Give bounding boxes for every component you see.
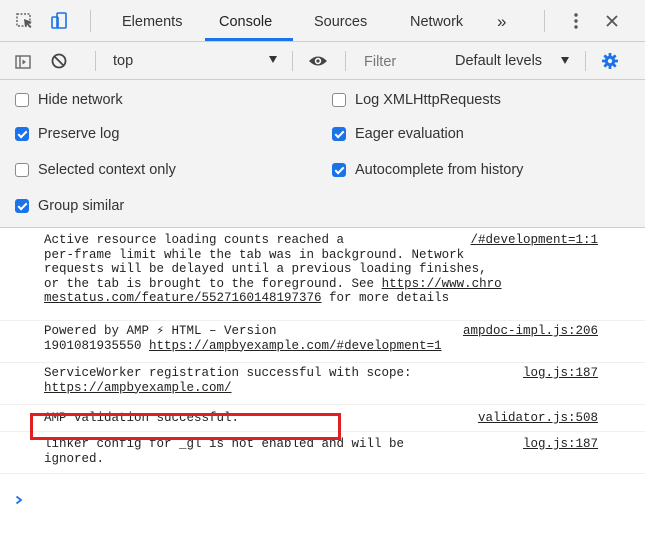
- selected-context-only-checkbox[interactable]: [15, 163, 29, 177]
- filter-field[interactable]: [353, 51, 433, 73]
- hide-network-option[interactable]: Hide network: [15, 90, 123, 110]
- device-toolbar-icon[interactable]: [49, 11, 69, 31]
- message-text-with-link: or the tab is brought to the foreground.…: [44, 277, 645, 292]
- autocomplete-history-option[interactable]: Autocomplete from history: [332, 160, 523, 180]
- group-similar-checkbox[interactable]: [15, 199, 29, 213]
- message-text: ignored.: [44, 451, 105, 466]
- clear-console-icon[interactable]: [50, 52, 68, 70]
- log-levels-dropdown[interactable]: Default levels: [455, 42, 542, 80]
- console-message: Active resource loading counts reached a…: [0, 229, 645, 321]
- toolbar-divider: [345, 51, 346, 71]
- hide-network-label: Hide network: [38, 92, 123, 108]
- message-source-link[interactable]: log.js:187: [523, 437, 598, 452]
- inspect-element-icon[interactable]: [15, 11, 35, 31]
- filter-input[interactable]: [353, 51, 433, 73]
- tab-elements[interactable]: Elements: [122, 0, 182, 41]
- toolbar-divider: [95, 51, 96, 71]
- chevron-down-icon: [269, 56, 277, 63]
- message-source-link[interactable]: validator.js:508: [478, 411, 598, 426]
- execution-context-select[interactable]: top: [113, 42, 133, 80]
- chevron-down-icon: [561, 57, 569, 64]
- eager-evaluation-checkbox[interactable]: [332, 127, 346, 141]
- tab-console[interactable]: Console: [219, 0, 272, 41]
- preserve-log-checkbox[interactable]: [15, 127, 29, 141]
- toolbar-divider: [292, 51, 293, 71]
- message-text: 1901081935550: [44, 338, 150, 353]
- console-prompt-icon[interactable]: [15, 492, 23, 505]
- preserve-log-option[interactable]: Preserve log: [15, 124, 119, 144]
- selected-context-only-option[interactable]: Selected context only: [15, 160, 176, 180]
- eager-evaluation-label: Eager evaluation: [355, 126, 464, 142]
- message-link[interactable]: https://ampbyexample.com/: [44, 381, 232, 395]
- console-toolbar: top Default levels: [0, 42, 645, 80]
- active-tab-indicator: [205, 38, 293, 41]
- message-text: for more details: [321, 291, 450, 305]
- tabbar-divider: [544, 10, 545, 32]
- tabbar-divider: [90, 10, 91, 32]
- devtools-tabbar: Elements Console Sources Network »: [0, 0, 645, 42]
- message-text: requests will be delayed until a previou…: [44, 262, 487, 276]
- message-text: per-frame limit while the tab was in bac…: [44, 247, 465, 262]
- settings-gear-icon[interactable]: [601, 52, 619, 70]
- message-link[interactable]: mestatus.com/feature/5527160148197376: [44, 291, 322, 305]
- eager-evaluation-option[interactable]: Eager evaluation: [332, 124, 464, 144]
- sidebar-toggle-icon[interactable]: [14, 53, 32, 71]
- message-source-link[interactable]: ampdoc-impl.js:206: [463, 324, 598, 339]
- autocomplete-history-label: Autocomplete from history: [355, 162, 524, 178]
- message-source-link[interactable]: log.js:187: [523, 366, 598, 381]
- message-text: or the tab is brought to the foreground.…: [44, 276, 382, 291]
- message-text-with-link: mestatus.com/feature/5527160148197376 fo…: [44, 291, 645, 306]
- tab-sources[interactable]: Sources: [314, 0, 367, 41]
- log-xhr-option[interactable]: Log XMLHttpRequests: [332, 90, 501, 110]
- toolbar-divider: [585, 51, 586, 71]
- console-settings-pane: Hide network Log XMLHttpRequests Preserv…: [0, 80, 645, 228]
- autocomplete-history-checkbox[interactable]: [332, 163, 346, 177]
- tab-network[interactable]: Network: [410, 0, 463, 41]
- log-xhr-label: Log XMLHttpRequests: [355, 92, 501, 108]
- more-tabs-button[interactable]: »: [497, 0, 506, 41]
- highlight-box: [30, 413, 341, 440]
- console-message: Powered by AMP ⚡ HTML – Version 19010819…: [0, 321, 645, 363]
- live-expression-eye-icon[interactable]: [307, 52, 329, 70]
- message-source-link[interactable]: /#development=1:1: [470, 233, 598, 248]
- message-text-with-link: 1901081935550 https://ampbyexample.com/#…: [44, 339, 645, 354]
- selected-context-only-label: Selected context only: [38, 162, 176, 178]
- hide-network-checkbox[interactable]: [15, 93, 29, 107]
- message-link[interactable]: https://www.chro: [382, 277, 502, 291]
- console-message: ServiceWorker registration successful wi…: [0, 363, 645, 405]
- message-link[interactable]: https://ampbyexample.com/#development=1: [149, 339, 442, 353]
- group-similar-label: Group similar: [38, 198, 125, 214]
- preserve-log-label: Preserve log: [38, 126, 120, 142]
- close-icon[interactable]: [602, 11, 622, 31]
- group-similar-option[interactable]: Group similar: [15, 196, 124, 216]
- log-xhr-checkbox[interactable]: [332, 93, 346, 107]
- kebab-menu-icon[interactable]: [566, 11, 586, 31]
- message-text-with-link: https://ampbyexample.com/: [44, 381, 645, 396]
